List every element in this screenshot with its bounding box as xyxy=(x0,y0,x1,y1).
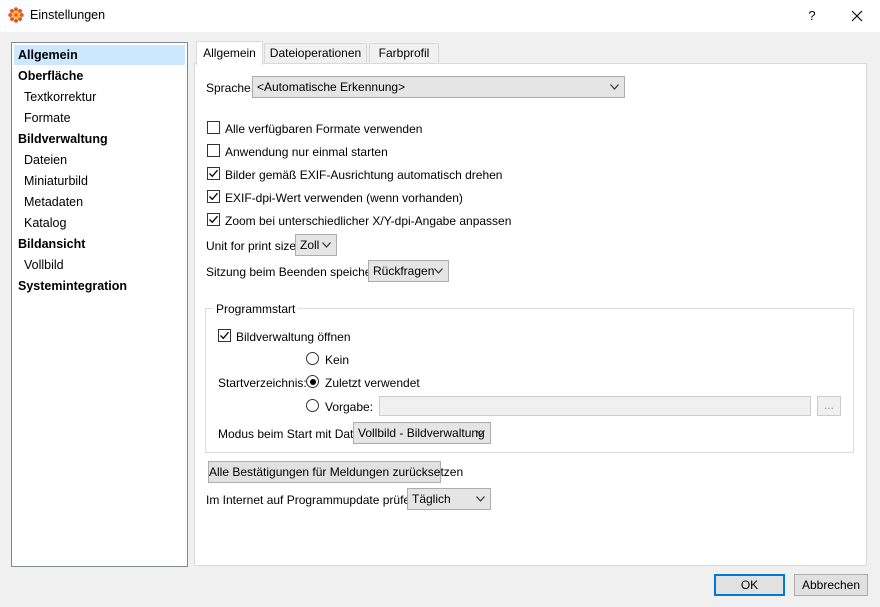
mode-select[interactable]: Vollbild - Bildverwaltung xyxy=(353,422,491,444)
language-select[interactable]: <Automatische Erkennung> xyxy=(252,76,625,98)
sidebar-item-textkorrektur[interactable]: Textkorrektur xyxy=(24,87,96,107)
sidebar-item-bildansicht[interactable]: Bildansicht xyxy=(18,234,85,254)
zoom-dpi-checkbox[interactable] xyxy=(207,213,220,226)
chevron-down-icon xyxy=(476,430,485,436)
exif-dpi-checkbox[interactable] xyxy=(207,190,220,203)
tab-allgemein[interactable]: Allgemein xyxy=(196,41,263,65)
open-browser-label: Bildverwaltung öffnen xyxy=(236,330,351,344)
start-dir-custom-label: Vorgabe: xyxy=(325,400,374,414)
sidebar-item-metadaten[interactable]: Metadaten xyxy=(24,192,83,212)
mode-label: Modus beim Start mit Datei xyxy=(218,427,363,441)
checkmark-icon xyxy=(209,192,218,201)
tab-dateioperationen[interactable]: Dateioperationen xyxy=(264,43,367,63)
start-dir-none-radio[interactable] xyxy=(306,352,319,365)
update-label: Im Internet auf Programmupdate prüfen xyxy=(206,493,417,507)
tab-panel-allgemein: Sprache <Automatische Erkennung> Alle ve… xyxy=(194,63,867,566)
start-dir-custom-radio[interactable] xyxy=(306,399,319,412)
single-instance-checkbox[interactable] xyxy=(207,144,220,157)
chevron-down-icon xyxy=(610,84,619,90)
start-dir-label: Startverzeichnis: xyxy=(218,376,307,390)
update-value: Täglich xyxy=(412,492,451,506)
start-dir-path-input[interactable] xyxy=(379,396,811,416)
print-unit-label: Unit for print size xyxy=(206,239,297,253)
print-unit-value: Zoll xyxy=(300,238,320,252)
reset-confirmations-button[interactable]: Alle Bestätigungen für Meldungen zurücks… xyxy=(208,461,463,483)
print-unit-select[interactable]: Zoll xyxy=(295,234,337,256)
session-value: Rückfragen xyxy=(373,264,435,278)
sidebar-item-oberflaeche[interactable]: Oberfläche xyxy=(18,66,83,86)
chevron-down-icon xyxy=(476,496,485,502)
start-dir-last-radio[interactable] xyxy=(306,375,319,388)
close-button[interactable] xyxy=(846,6,868,26)
sidebar-item-systemintegration[interactable]: Systemintegration xyxy=(18,276,127,296)
browse-button[interactable]: ... xyxy=(817,396,841,416)
mode-value: Vollbild - Bildverwaltung xyxy=(358,426,485,440)
startup-group-title: Programmstart xyxy=(213,302,299,316)
session-select[interactable]: Rückfragen xyxy=(368,260,449,282)
single-instance-label: Anwendung nur einmal starten xyxy=(225,145,388,159)
all-formats-label: Alle verfügbaren Formate verwenden xyxy=(225,122,423,136)
language-label: Sprache xyxy=(206,81,251,95)
tab-farbprofil[interactable]: Farbprofil xyxy=(369,43,439,63)
checkmark-icon xyxy=(209,215,218,224)
checkmark-icon xyxy=(220,331,229,340)
sidebar-item-formate[interactable]: Formate xyxy=(24,108,71,128)
zoom-dpi-label: Zoom bei unterschiedlicher X/Y-dpi-Angab… xyxy=(225,214,512,228)
sidebar-item-katalog[interactable]: Katalog xyxy=(24,213,66,233)
close-icon xyxy=(851,10,863,22)
category-list[interactable]: Allgemein Oberfläche Textkorrektur Forma… xyxy=(11,42,188,567)
exif-rotate-checkbox[interactable] xyxy=(207,167,220,180)
sidebar-item-allgemein[interactable]: Allgemein xyxy=(14,45,185,65)
all-formats-checkbox[interactable] xyxy=(207,121,220,134)
chevron-down-icon xyxy=(322,242,331,248)
language-value: <Automatische Erkennung> xyxy=(257,80,406,94)
checkmark-icon xyxy=(209,169,218,178)
sidebar-item-miniaturbild[interactable]: Miniaturbild xyxy=(24,171,88,191)
update-select[interactable]: Täglich xyxy=(407,488,491,510)
window-title: Einstellungen xyxy=(30,8,106,22)
ok-button[interactable]: OK xyxy=(714,574,785,596)
open-browser-checkbox[interactable] xyxy=(218,329,231,342)
exif-dpi-label: EXIF-dpi-Wert verwenden (wenn vorhanden) xyxy=(225,191,463,205)
help-button[interactable]: ? xyxy=(802,6,822,26)
start-dir-last-label: Zuletzt verwendet xyxy=(325,376,420,390)
xnview-icon xyxy=(8,7,24,23)
radio-selected-dot xyxy=(309,378,316,385)
exif-rotate-label: Bilder gemäß EXIF-Ausrichtung automatisc… xyxy=(225,168,503,182)
chevron-down-icon xyxy=(434,268,443,274)
title-bar: Einstellungen ? xyxy=(0,0,880,32)
start-dir-none-label: Kein xyxy=(325,353,350,367)
cancel-button[interactable]: Abbrechen xyxy=(794,574,868,596)
sidebar-item-vollbild[interactable]: Vollbild xyxy=(24,255,64,275)
session-label: Sitzung beim Beenden speichern xyxy=(206,265,383,279)
sidebar-item-bildverwaltung[interactable]: Bildverwaltung xyxy=(18,129,108,149)
sidebar-item-dateien[interactable]: Dateien xyxy=(24,150,67,170)
